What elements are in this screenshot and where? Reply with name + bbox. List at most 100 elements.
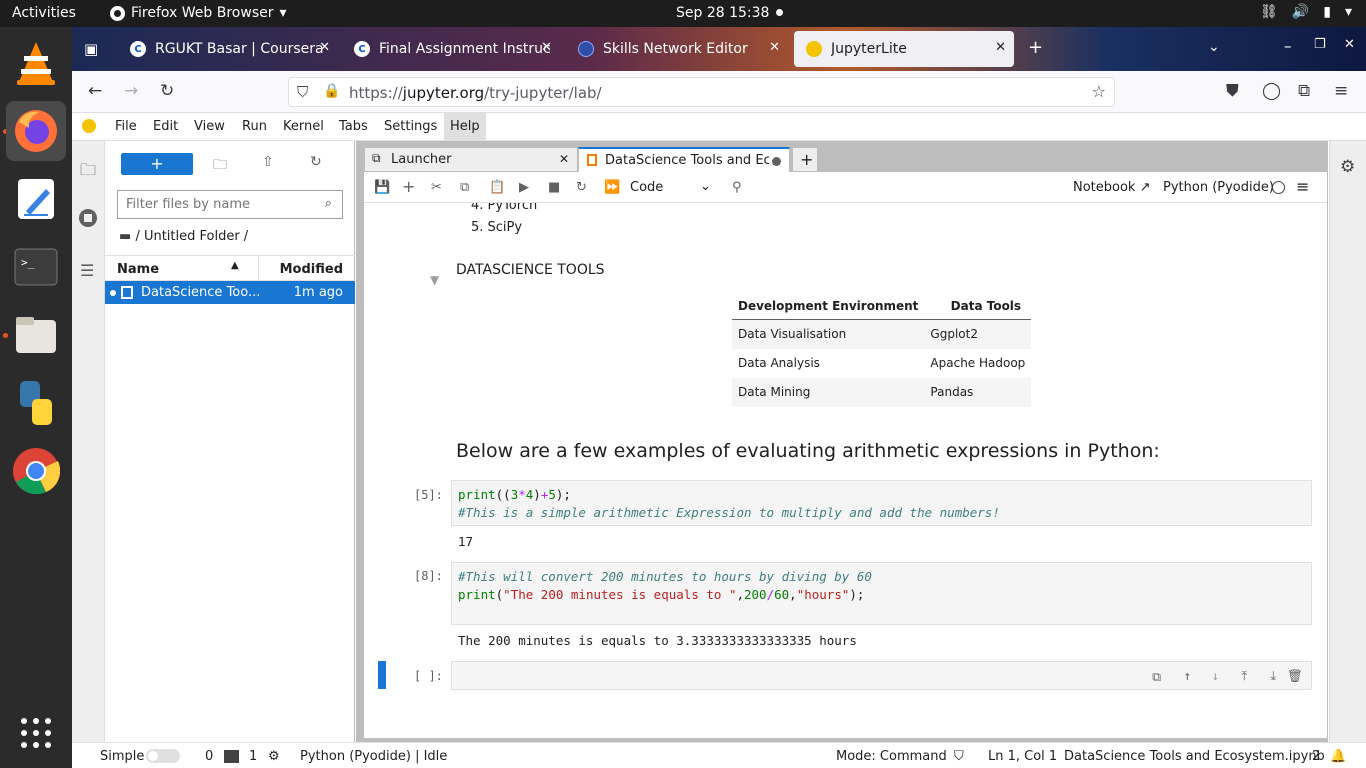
url-text[interactable]: https://jupyter.org/try-jupyter/lab/ [349, 84, 602, 102]
maximize-button[interactable]: ❐ [1314, 37, 1326, 52]
paste-icon[interactable]: 📋 [489, 180, 505, 195]
browser-tab-assignment[interactable]: C Final Assignment Instruc ✕ [342, 31, 560, 67]
table-of-contents-icon[interactable]: ☰ [80, 261, 94, 280]
shield-icon[interactable]: ⛉ [297, 83, 308, 101]
reload-button[interactable]: ↻ [160, 81, 174, 101]
insert-above-icon[interactable]: ⤒ [1241, 667, 1247, 685]
new-tab-button[interactable]: + [1028, 37, 1043, 58]
insert-below-icon[interactable]: ⤓ [1270, 667, 1276, 685]
firefox-view-icon[interactable]: ▣ [84, 40, 98, 58]
browser-tab-jupyterlite[interactable]: JupyterLite ✕ [794, 31, 1014, 67]
running-sessions-icon[interactable] [79, 209, 97, 227]
folder-icon[interactable]: 🗀 [80, 159, 96, 186]
files-launcher[interactable] [6, 305, 66, 365]
forward-button[interactable]: → [124, 81, 138, 101]
menu-tabs[interactable]: Tabs [339, 119, 368, 134]
close-icon[interactable]: ✕ [995, 40, 1006, 55]
extensions-icon[interactable]: ⧉ [1298, 81, 1310, 101]
pocket-icon[interactable]: ⛊ [1226, 81, 1239, 101]
cell-prompt: [8]: [414, 569, 443, 583]
url-bar[interactable]: ⛉ 🔒 https://jupyter.org/try-jupyter/lab/… [288, 77, 1115, 107]
hamburger-menu-icon[interactable]: ≡ [1334, 81, 1348, 101]
property-inspector-gear-icon[interactable]: ⚙ [1340, 157, 1355, 177]
terminal-count[interactable]: 0 [205, 749, 213, 764]
file-list-item[interactable]: DataScience Too... 1m ago [105, 281, 355, 304]
pin-icon[interactable]: ⚲ [732, 180, 742, 195]
notebook-toolbar: 💾 + ✂ ⧉ 📋 ▶ ■ ↻ ⏩ Code ⌄ ⚲ Notebook ↗ Pyt… [364, 172, 1327, 203]
menu-kernel[interactable]: Kernel [283, 119, 324, 134]
stop-icon[interactable]: ■ [548, 180, 560, 195]
kernel-count[interactable]: 1 [249, 749, 257, 764]
close-icon[interactable]: ✕ [541, 40, 552, 55]
insert-cell-icon[interactable]: + [402, 177, 415, 196]
new-folder-icon[interactable]: 🗀 [213, 154, 227, 178]
save-icon[interactable]: 💾 [374, 180, 390, 195]
browser-tab-skills-network[interactable]: Skills Network Editor ✕ [566, 31, 788, 67]
menu-run[interactable]: Run [242, 119, 267, 134]
cell-type-select[interactable]: Code ⌄ [630, 179, 711, 195]
shield-check-icon[interactable]: ⛉ [954, 749, 964, 764]
mode-status[interactable]: Mode: Command [836, 749, 947, 764]
activities-button[interactable]: Activities [12, 5, 76, 21]
simple-mode-toggle[interactable] [146, 749, 180, 763]
breadcrumb[interactable]: ▬ / Untitled Folder / [119, 229, 248, 244]
new-launcher-button[interactable]: + [121, 153, 193, 175]
upload-icon[interactable]: ⇧ [262, 154, 274, 170]
unsaved-dot-icon[interactable] [772, 157, 781, 166]
cursor-position[interactable]: Ln 1, Col 1 [988, 749, 1057, 764]
vlc-launcher[interactable] [6, 33, 66, 93]
bookmark-star-icon[interactable]: ☆ [1092, 82, 1106, 101]
restart-run-all-icon[interactable]: ⏩ [604, 180, 620, 195]
tab-launcher[interactable]: ⧉ Launcher ✕ [364, 147, 578, 172]
lock-icon[interactable]: 🔒 [323, 83, 340, 99]
python-launcher[interactable] [6, 373, 66, 433]
column-modified-header[interactable]: Modified [280, 262, 343, 277]
show-apps-button[interactable] [6, 703, 66, 763]
code-cell-input[interactable]: ⧉ ↑ ↓ ⤒ ⤓ 🗑 [451, 661, 1312, 690]
code-cell-input[interactable]: print((3*4)+5); #This is a simple arithm… [451, 480, 1312, 526]
terminal-launcher[interactable]: >_ [6, 237, 66, 297]
list-tabs-icon[interactable]: ⌄ [1208, 39, 1220, 55]
clock[interactable]: Sep 28 15:38 [676, 5, 769, 21]
code-cell-input[interactable]: #This will convert 200 minutes to hours … [451, 562, 1312, 625]
copy-icon[interactable]: ⧉ [460, 180, 469, 195]
close-window-button[interactable]: ✕ [1344, 37, 1355, 52]
filter-files-input[interactable]: Filter files by name ⌕ [117, 190, 343, 219]
back-button[interactable]: ← [88, 81, 102, 101]
browser-tab-coursera[interactable]: C RGUKT Basar | Coursera ✕ [118, 31, 338, 67]
add-tab-button[interactable]: + [792, 147, 818, 172]
run-icon[interactable]: ▶ [519, 180, 529, 195]
system-tray[interactable]: ⛓ 🔊 ▮ ▾ [1260, 4, 1352, 20]
close-icon[interactable]: ✕ [319, 40, 330, 55]
menu-view[interactable]: View [194, 119, 225, 134]
menu-edit[interactable]: Edit [153, 119, 178, 134]
account-icon[interactable]: ◯ [1262, 81, 1281, 101]
minimize-button[interactable]: – [1284, 37, 1292, 55]
cell-prompt: [ ]: [414, 669, 443, 683]
open-notebook-link[interactable]: Notebook ↗ [1073, 180, 1151, 195]
move-down-icon[interactable]: ↓ [1211, 667, 1219, 685]
bell-icon[interactable]: 🔔 [1330, 749, 1346, 764]
kernel-status[interactable]: Python (Pyodide) | Idle [300, 749, 447, 764]
menu-settings[interactable]: Settings [384, 119, 437, 134]
close-icon[interactable]: ✕ [559, 152, 569, 166]
close-icon[interactable]: ✕ [769, 40, 780, 55]
menu-help[interactable]: Help [444, 113, 486, 141]
cut-icon[interactable]: ✂ [431, 180, 442, 195]
text-editor-launcher[interactable] [6, 169, 66, 229]
move-up-icon[interactable]: ↑ [1183, 667, 1191, 685]
chrome-launcher[interactable] [6, 441, 66, 501]
duplicate-cell-icon[interactable]: ⧉ [1152, 668, 1161, 686]
menu-file[interactable]: File [115, 119, 137, 134]
tab-notebook[interactable]: DataScience Tools and Ecosy [578, 147, 790, 173]
firefox-launcher[interactable] [6, 101, 66, 161]
column-divider[interactable] [258, 256, 259, 282]
kernel-name[interactable]: Python (Pyodide) [1163, 180, 1274, 195]
app-menu[interactable]: Firefox Web Browser ▾ [110, 5, 287, 21]
delete-cell-icon[interactable]: 🗑 [1287, 667, 1303, 685]
restart-icon[interactable]: ↻ [576, 180, 587, 195]
refresh-icon[interactable]: ↻ [310, 154, 322, 170]
column-name-header[interactable]: Name [117, 262, 159, 277]
collapse-caret-icon[interactable]: ▼ [430, 273, 439, 287]
menu-icon[interactable]: ≡ [1296, 177, 1309, 196]
